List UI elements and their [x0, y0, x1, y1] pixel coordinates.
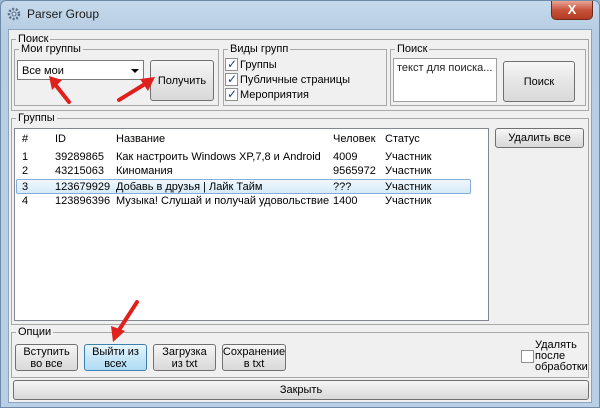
cell-id: 123679929	[55, 181, 111, 193]
cell-id: 123896396	[55, 195, 111, 207]
checkbox-public-pages[interactable]	[225, 72, 238, 86]
cell-people: 1400	[333, 195, 358, 207]
cell-people: ???	[333, 181, 352, 193]
cell-status: Участник	[385, 165, 432, 177]
groups-section-label: Группы	[16, 112, 57, 124]
delete-all-button[interactable]: Удалить все	[495, 128, 584, 148]
table-row-selected[interactable]: 3 123679929 Добавь в друзья | Лайк Тайм …	[16, 179, 471, 194]
checkbox-groups-label: Группы	[240, 59, 277, 71]
app-window: Parser Group X Поиск Мои группы Все мои …	[0, 0, 600, 408]
join-all-button[interactable]: Вступить во все	[15, 344, 78, 371]
annotation-arrow-icon	[49, 76, 71, 104]
table-row[interactable]: 1 39289865 Как настроить Windows XP,7,8 …	[15, 150, 488, 164]
client-area: Поиск Мои группы Все мои Получить Виды г…	[8, 29, 592, 403]
groups-table[interactable]: # ID Название Человек Статус 1 39289865 …	[14, 128, 489, 321]
cell-num: 1	[22, 151, 29, 163]
load-txt-button[interactable]: Загрузка из txt	[153, 344, 216, 371]
leave-all-button[interactable]: Выйти из всех	[84, 344, 147, 371]
column-header-id[interactable]: ID	[55, 132, 66, 146]
search-input-value: текст для поиска...	[397, 62, 493, 74]
cell-people: 4009	[333, 151, 358, 163]
checkbox-public-pages-label: Публичные страницы	[240, 74, 350, 86]
column-header-num[interactable]: #	[22, 132, 28, 146]
my-groups-label: Мои группы	[19, 43, 83, 55]
cell-name: Как настроить Windows XP,7,8 и Android	[116, 151, 321, 163]
checkbox-events-label: Мероприятия	[240, 89, 309, 101]
table-row[interactable]: 2 43215063 Киномания 9565972 Участник	[15, 164, 488, 178]
options-section-label: Опции	[16, 326, 54, 338]
checkbox-events[interactable]	[225, 87, 238, 101]
search-label: Поиск	[395, 43, 430, 55]
column-header-status[interactable]: Статус	[385, 132, 420, 146]
cell-status: Участник	[385, 181, 432, 193]
cell-name: Киномания	[116, 165, 173, 177]
group-types-label: Виды групп	[228, 43, 291, 55]
cell-name: Музыка! Слушай и получай удовольствие	[116, 195, 330, 207]
save-txt-button[interactable]: Сохранение в txt	[222, 344, 286, 371]
table-row[interactable]: 4 123896396 Музыка! Слушай и получай удо…	[15, 194, 488, 208]
app-gear-icon	[7, 7, 21, 21]
column-header-people[interactable]: Человек	[333, 132, 375, 146]
chevron-down-icon[interactable]	[131, 69, 139, 73]
table-header: # ID Название Человек Статус	[15, 132, 488, 146]
search-button[interactable]: Поиск	[503, 61, 575, 102]
window-close-button[interactable]: X	[551, 1, 593, 20]
cell-num: 3	[22, 181, 29, 193]
column-header-name[interactable]: Название	[116, 132, 165, 146]
search-input[interactable]: текст для поиска...	[393, 58, 497, 102]
close-button[interactable]: Закрыть	[13, 380, 589, 400]
cell-people: 9565972	[333, 165, 376, 177]
annotation-arrow-icon	[111, 300, 139, 342]
get-groups-button[interactable]: Получить	[150, 60, 214, 101]
cell-id: 39289865	[55, 151, 104, 163]
annotation-arrow-icon	[117, 77, 155, 102]
cell-num: 4	[22, 195, 29, 207]
window-title: Parser Group	[27, 7, 100, 21]
title-bar[interactable]: Parser Group X	[1, 1, 599, 27]
delete-after-checkbox[interactable]	[521, 350, 534, 363]
cell-num: 2	[22, 165, 29, 177]
cell-id: 43215063	[55, 165, 104, 177]
cell-status: Участник	[385, 195, 432, 207]
delete-after-label: Удалять после обработки	[535, 339, 588, 373]
checkbox-groups[interactable]	[225, 57, 238, 71]
cell-name: Добавь в друзья | Лайк Тайм	[116, 181, 263, 193]
cell-status: Участник	[385, 151, 432, 163]
